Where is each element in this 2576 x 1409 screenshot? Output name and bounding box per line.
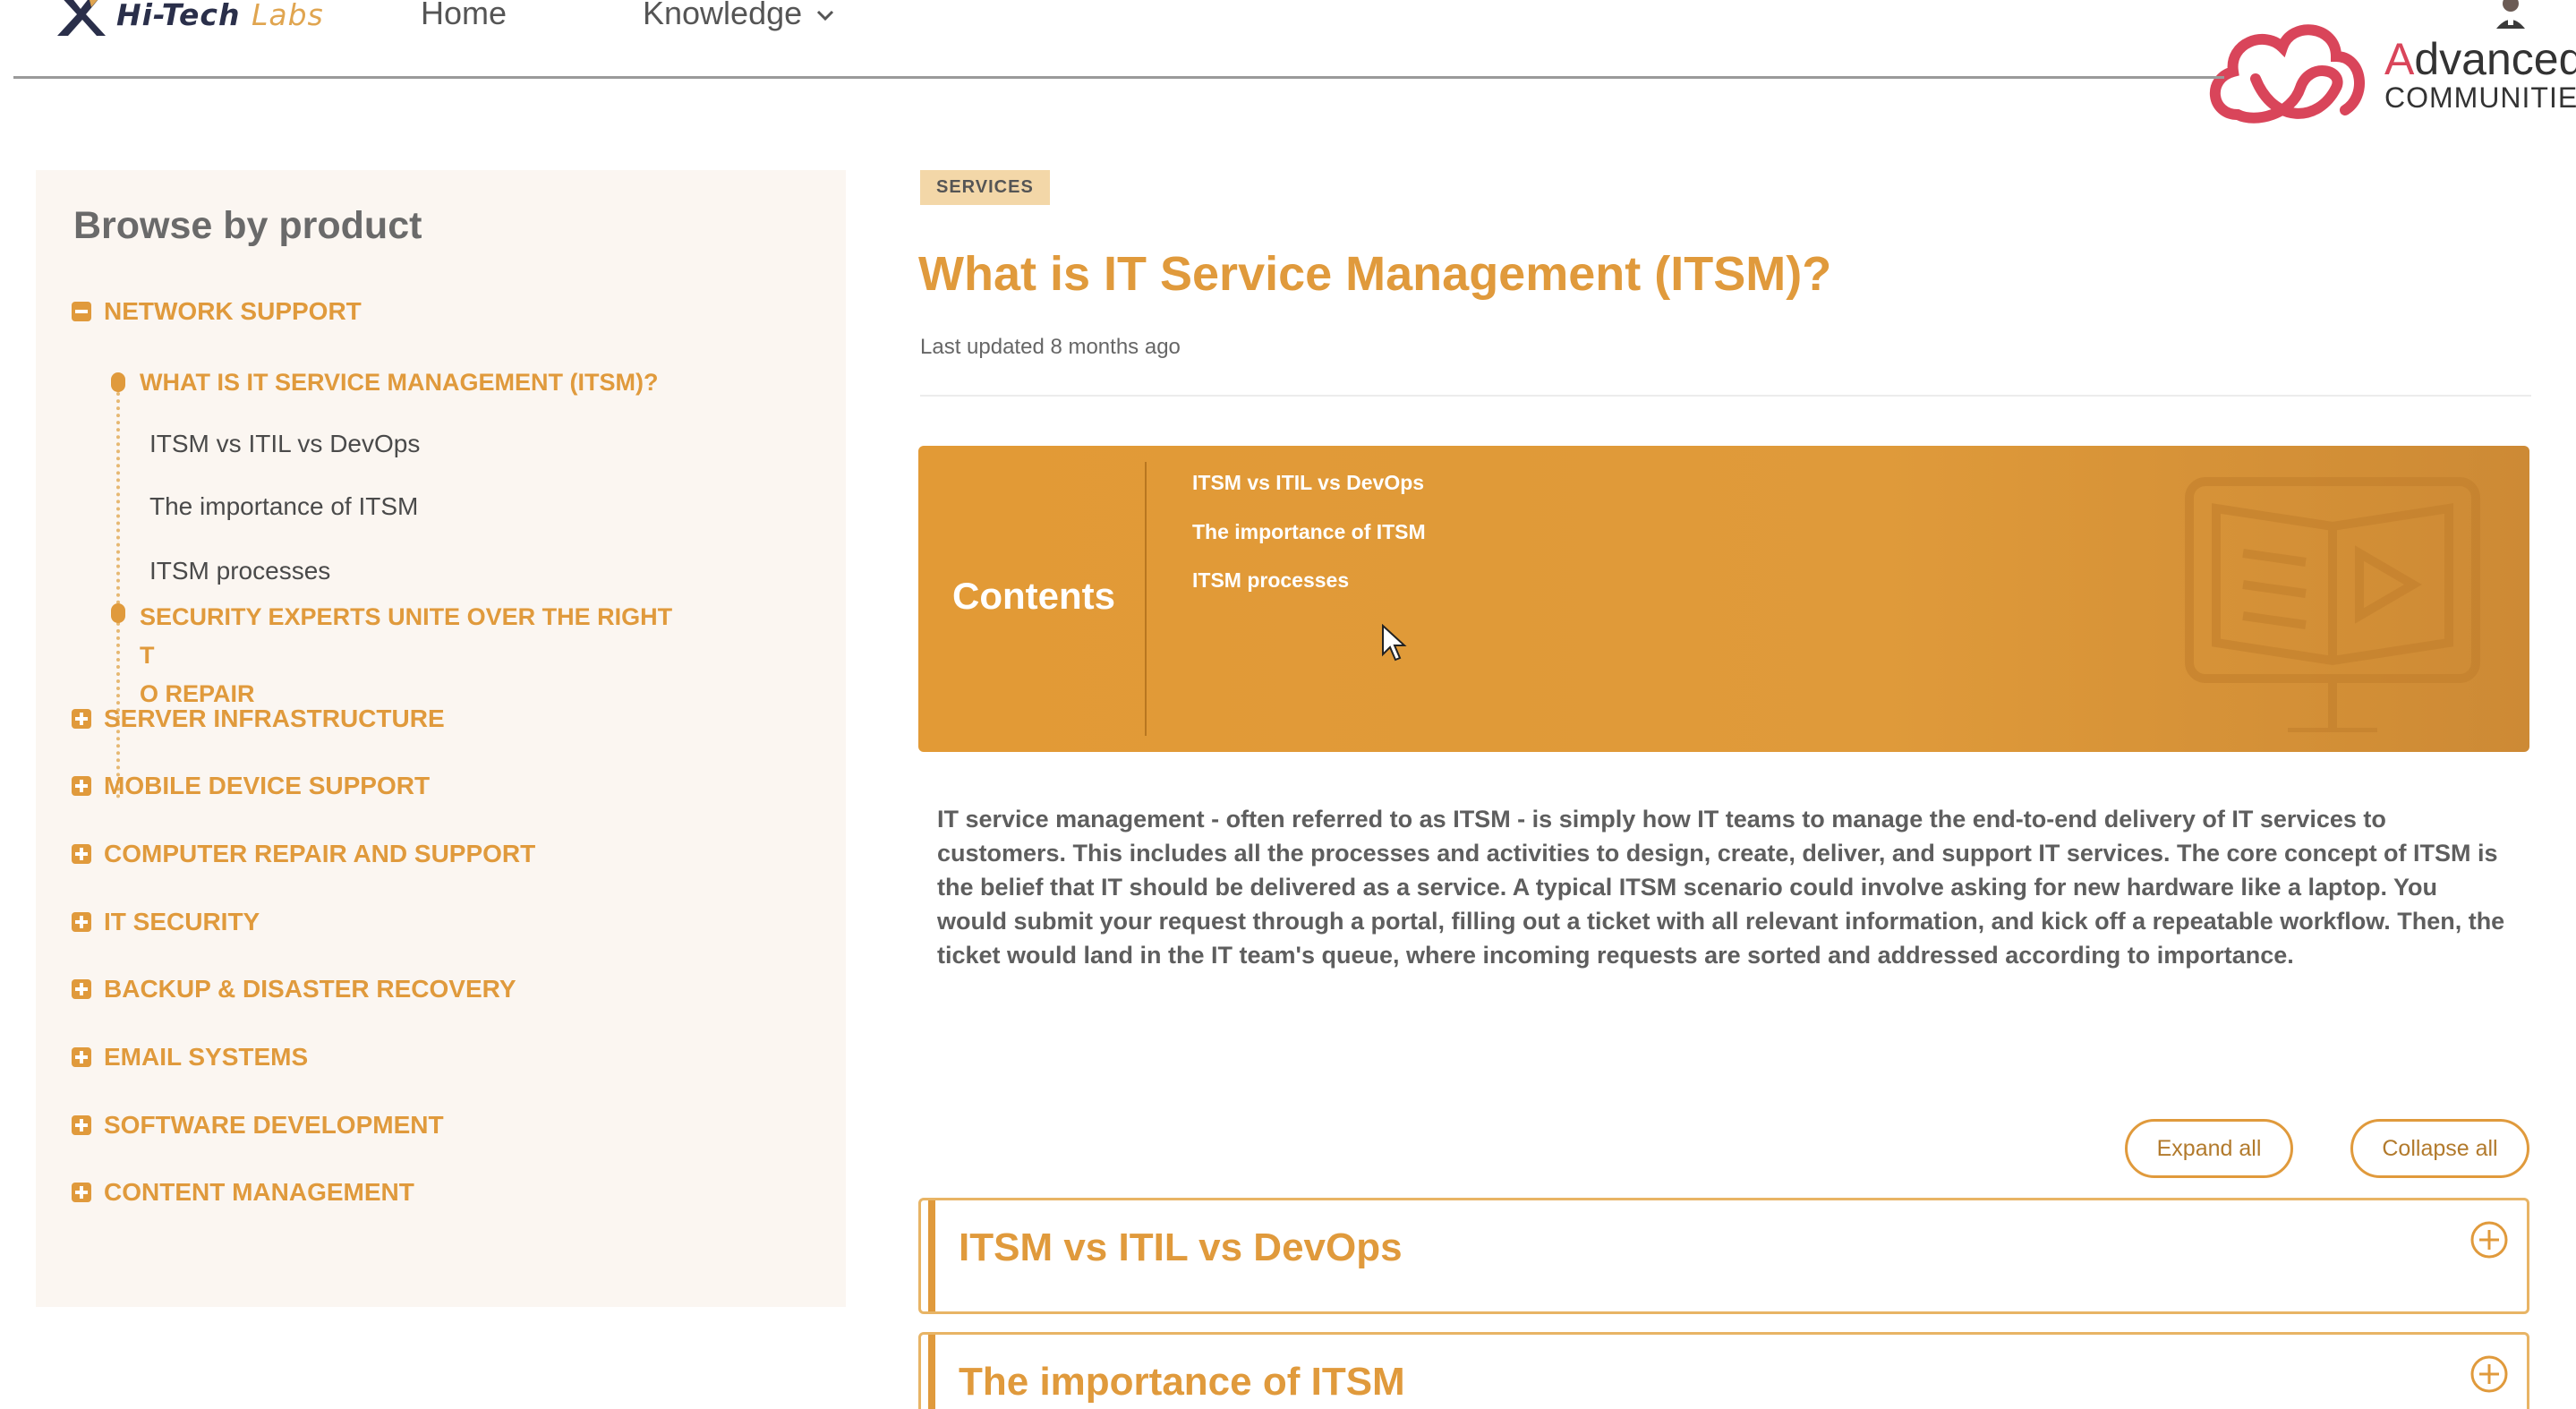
last-updated: Last updated 8 months ago bbox=[920, 335, 1181, 359]
accordion-section[interactable]: ITSM vs ITIL vs DevOps bbox=[918, 1198, 2529, 1314]
tree-node-dot bbox=[111, 372, 125, 392]
sidebar-category[interactable]: COMPUTER REPAIR AND SUPPORT bbox=[72, 840, 535, 868]
hi-tech-logo-icon bbox=[57, 0, 106, 36]
plus-square-icon bbox=[72, 1183, 91, 1202]
sidebar-category[interactable]: BACKUP & DISASTER RECOVERY bbox=[72, 975, 516, 1003]
plus-square-icon bbox=[72, 912, 91, 932]
tree-node-dot bbox=[111, 603, 125, 623]
accordion-title: The importance of ITSM bbox=[959, 1360, 1405, 1404]
category-badge: SERVICES bbox=[920, 170, 1050, 205]
sidebar-section-link[interactable]: ITSM vs ITIL vs DevOps bbox=[149, 430, 420, 458]
nav-knowledge-dropdown[interactable]: Knowledge bbox=[643, 0, 836, 32]
sidebar-category-network-support[interactable]: NETWORK SUPPORT bbox=[72, 297, 362, 326]
sidebar-section-link[interactable]: ITSM processes bbox=[149, 557, 330, 585]
advanced-communities-brand: Advanced COMMUNITIES bbox=[2202, 16, 2576, 132]
plus-square-icon bbox=[72, 979, 91, 999]
contents-separator bbox=[1145, 462, 1147, 736]
title-divider bbox=[920, 395, 2531, 397]
plus-square-icon bbox=[72, 844, 91, 864]
table-of-contents: Contents ITSM vs ITIL vs DevOps The impo… bbox=[918, 446, 2529, 752]
sidebar-category-label: NETWORK SUPPORT bbox=[104, 297, 362, 325]
accordion-title: ITSM vs ITIL vs DevOps bbox=[959, 1225, 1403, 1269]
contents-title: Contents bbox=[952, 575, 1115, 617]
plus-square-icon bbox=[72, 1047, 91, 1067]
site-logo[interactable]: Hi-Tech Labs bbox=[52, 0, 324, 39]
accordion-section[interactable]: The importance of ITSM bbox=[918, 1332, 2529, 1409]
article-intro-text: IT service management - often referred t… bbox=[937, 806, 2505, 969]
nav-knowledge-label: Knowledge bbox=[643, 0, 803, 31]
plus-square-icon bbox=[72, 1115, 91, 1135]
expand-all-button[interactable]: Expand all bbox=[2125, 1119, 2293, 1178]
sidebar-category[interactable]: MOBILE DEVICE SUPPORT bbox=[72, 772, 430, 800]
sidebar-category[interactable]: SOFTWARE DEVELOPMENT bbox=[72, 1111, 444, 1140]
sidebar-category[interactable]: SERVER INFRASTRUCTURE bbox=[72, 704, 445, 733]
sidebar-title: Browse by product bbox=[73, 204, 422, 247]
contents-link[interactable]: ITSM processes bbox=[1192, 568, 1349, 593]
browse-sidebar: Browse by product NETWORK SUPPORT WHAT I… bbox=[36, 170, 846, 1307]
contents-link[interactable]: The importance of ITSM bbox=[1192, 520, 1426, 544]
accordion-accent-bar bbox=[928, 1335, 935, 1409]
header-divider bbox=[13, 76, 2224, 79]
plus-circle-icon[interactable] bbox=[2469, 1220, 2509, 1260]
sidebar-next-article[interactable]: SECURITY EXPERTS UNITE OVER THE RIGHT TO… bbox=[140, 598, 677, 713]
top-header: Hi-Tech Labs Home Knowledge Advanced COM… bbox=[0, 0, 2576, 124]
plus-square-icon bbox=[72, 776, 91, 796]
plus-circle-icon[interactable] bbox=[2469, 1354, 2509, 1394]
collapse-all-button[interactable]: Collapse all bbox=[2350, 1119, 2529, 1178]
sidebar-category[interactable]: IT SECURITY bbox=[72, 908, 260, 936]
book-monitor-icon bbox=[2185, 477, 2480, 732]
sidebar-section-link[interactable]: The importance of ITSM bbox=[149, 492, 418, 521]
advanced-communities-cloud-icon bbox=[2209, 24, 2365, 124]
sidebar-category[interactable]: CONTENT MANAGEMENT bbox=[72, 1178, 414, 1207]
sidebar-category[interactable]: EMAIL SYSTEMS bbox=[72, 1043, 308, 1072]
sidebar-tree-line bbox=[116, 378, 120, 798]
sidebar-current-article[interactable]: WHAT IS IT SERVICE MANAGEMENT (ITSM)? bbox=[140, 369, 659, 397]
chevron-down-icon bbox=[817, 10, 834, 21]
brand-name-line2: COMMUNITIES bbox=[2384, 81, 2576, 114]
accordion-accent-bar bbox=[928, 1200, 935, 1311]
logo-text: Hi-Tech Labs bbox=[116, 0, 324, 32]
mouse-cursor-icon bbox=[1382, 624, 1407, 662]
brand-name-line1: Advanced bbox=[2384, 34, 2576, 84]
minus-square-icon bbox=[72, 302, 91, 321]
nav-home[interactable]: Home bbox=[421, 0, 507, 32]
contents-link[interactable]: ITSM vs ITIL vs DevOps bbox=[1192, 471, 1424, 495]
page-title: What is IT Service Management (ITSM)? bbox=[918, 247, 1832, 301]
plus-square-icon bbox=[72, 709, 91, 729]
